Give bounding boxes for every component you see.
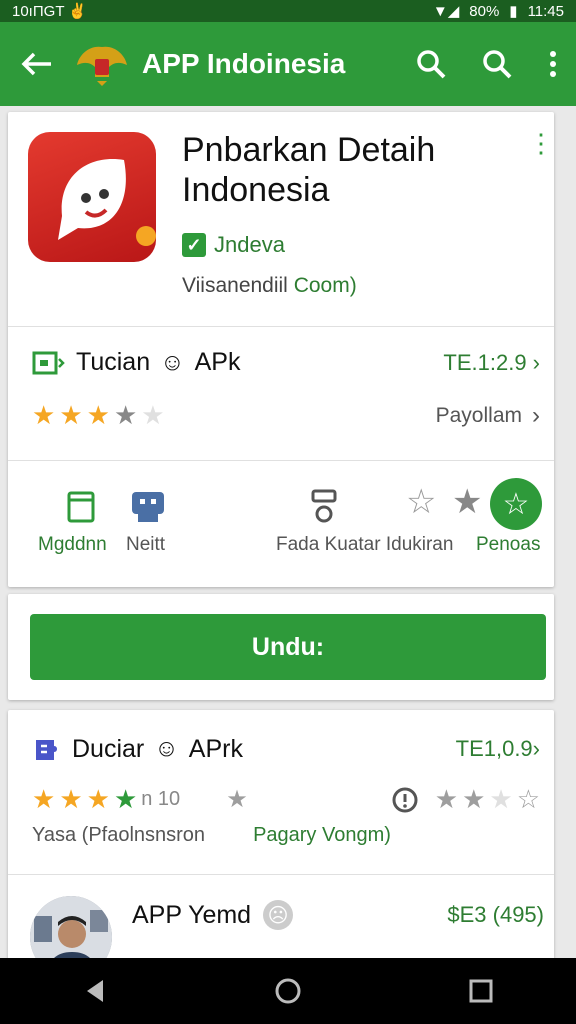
list-item-stars-right: ★ ★ ★ ☆ [391,784,540,815]
card-menu-icon[interactable]: ⋮ [528,130,554,156]
app-name: Pnbarkan Detaih Indonesia [182,131,436,209]
star-half-icon: ★ [113,400,138,430]
list-item-sub-row: Yasa (Pfaolnsnsron Pagary Vongm) [32,824,540,847]
system-nav-bar [0,958,576,1024]
star-green-icon: ★ [113,784,138,814]
action-label-3: Fada Kuatar Idukiran [276,534,454,555]
emoji-icon: ☺ [160,348,185,376]
action-label-4: Penoas [476,534,541,555]
star-outline-icon: ☆ [516,784,540,814]
battery-level: 80% [469,2,500,20]
share-icon[interactable] [310,488,338,524]
download-card: Undu: [8,594,554,700]
star-icon: ★ [226,786,248,813]
list-item-sub-right: Pagary Vongm) [253,824,391,846]
list-item-2-price: $E3 (495) [447,902,544,927]
emoji-icon: ☺ [154,735,179,762]
status-left-text: 10ıΠGT ✌ [12,3,88,20]
action-label-2: Neitt [126,534,166,555]
related-list-card: Duciar ☺ APrk TE1,0.9› ★ ★ ★ ★ n 10 ★ ★ … [8,710,554,978]
overflow-menu-icon[interactable] [530,50,576,78]
action-label-1: Mgddnn [38,534,107,555]
stars-label: n 10 [141,788,181,810]
app-detail-card: Pnbarkan Detaih Indonesia ⋮ ✓ Jndeva Vii… [8,112,554,587]
list-item-rating-row: ★ ★ ★ ★ n 10 ★ ★ ★ ★ ☆ [32,784,540,815]
action-row: Mgddnn Neitt Fada Kuatar Idukiran ☆ ★ ☆ … [8,478,554,572]
star-empty-icon: ★ [489,784,513,814]
version-number: TE.1:2.9 › [443,349,540,375]
emoji-badge-icon: ☹ [263,900,294,930]
app-bar: APP Indoinesia [0,22,576,106]
developer-link[interactable]: Coom) [294,274,357,297]
list-item-sub-left: Yasa (Pfaolnsnsron [32,824,206,846]
divider [8,326,554,327]
star-icon: ★ [59,784,83,814]
back-arrow-icon[interactable] [0,52,74,76]
more-label: Payollam [435,403,522,427]
developer-line[interactable]: Viisanendiil Coom) [182,274,357,298]
star-icon: ★ [86,784,110,814]
chevron-right-icon: › [532,401,540,429]
nav-back-icon[interactable] [83,978,107,1004]
apk-icon [32,351,65,374]
star-icon: ★ [32,784,56,814]
battery-icon: ▮ [509,3,518,20]
app-bar-title: APP Indoinesia [142,48,346,79]
nav-home-icon[interactable] [274,977,302,1005]
star-icon: ★ [32,400,56,430]
list-item-stars: ★ ★ ★ ★ n 10 [32,784,180,815]
developer-name: Viisanendiil [182,274,288,297]
favorite-star-button[interactable]: ☆ [490,478,542,530]
search-icon[interactable] [398,49,464,79]
check-icon: ✓ [182,233,206,257]
list-item-2-title: APP Yemd [132,900,252,929]
garuda-emblem-icon [74,36,130,92]
star-icon: ★ [59,400,83,430]
list-item[interactable]: Duciar ☺ APrk TE1,0.9› [32,734,540,764]
robot-icon[interactable] [130,490,166,524]
app-icon[interactable] [28,132,156,262]
list-item-version: TE1,0.9› [455,736,540,761]
star-icon: ★ [462,784,486,814]
verified-badge: ✓ Jndeva [182,232,285,258]
status-bar: 10ıΠGT ✌ ▼◢ 80% ▮ 11:45 [0,0,576,22]
search-icon-secondary[interactable] [464,49,530,79]
star-filled-icon[interactable]: ★ [452,482,482,522]
puzzle-app-icon [36,740,57,760]
info-icon [392,787,418,812]
divider [8,874,554,875]
signal-icon: ▼◢ [432,3,460,20]
star-empty-icon: ★ [141,400,165,430]
rating-row[interactable]: ★ ★ ★ ★ ★ Payollam › [32,400,540,431]
divider [8,460,554,461]
version-title-b: APk [194,348,241,376]
list-item-title-b: APrk [188,734,243,763]
version-title-a: Tucian [76,348,151,376]
nav-recents-icon[interactable] [469,979,493,1003]
star-rating: ★ ★ ★ ★ ★ [32,400,165,431]
clock: 11:45 [527,2,564,20]
verified-label: Jndeva [214,232,285,257]
star-icon: ★ [434,784,459,814]
download-button[interactable]: Undu: [30,614,546,680]
list-item-2-title-row[interactable]: APP Yemd ☹ [132,900,294,930]
star-icon: ★ [86,400,110,430]
star-outline-icon[interactable]: ☆ [406,482,436,522]
list-item-title-a: Duciar [72,734,145,763]
version-row[interactable]: Tucian ☺ APk TE.1:2.9 › [32,348,540,377]
bookmark-icon[interactable] [66,490,96,524]
